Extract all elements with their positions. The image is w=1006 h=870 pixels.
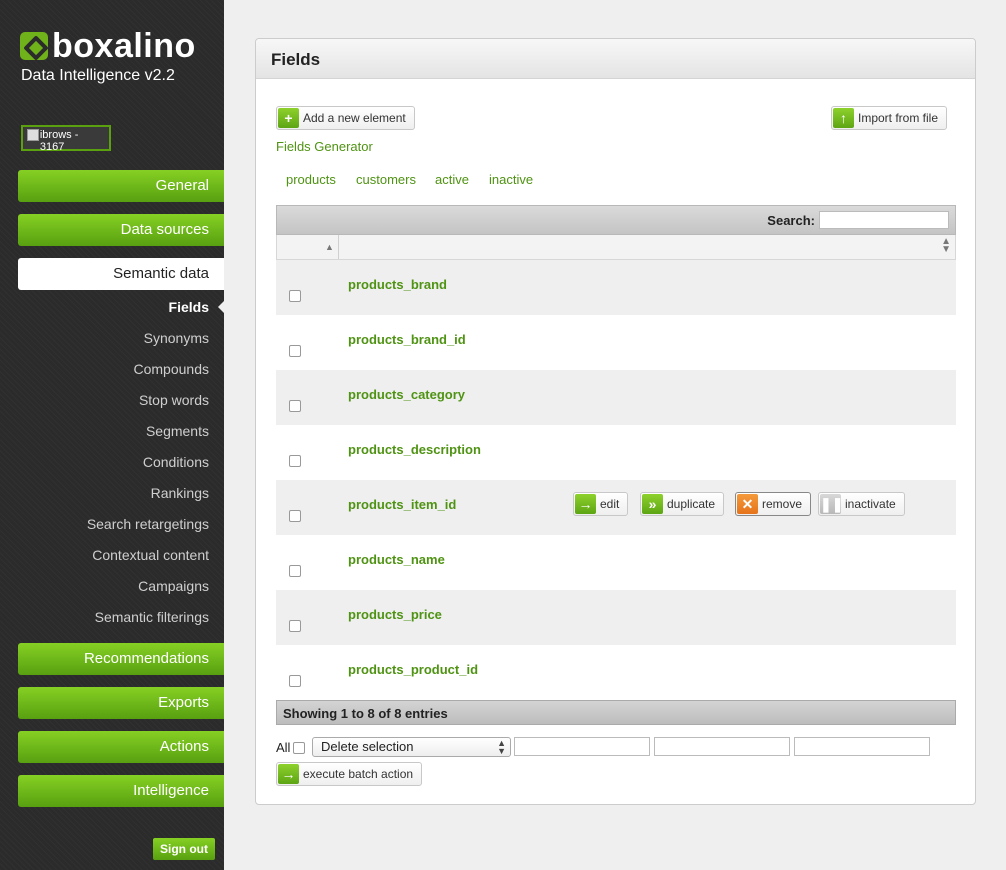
sub-item-fields[interactable]: Fields bbox=[169, 299, 209, 315]
field-name-link[interactable]: products_name bbox=[348, 552, 445, 567]
app-subtitle: Data Intelligence v2.2 bbox=[21, 67, 175, 84]
inactivate-label: inactivate bbox=[845, 497, 896, 511]
field-name-link[interactable]: products_brand_id bbox=[348, 332, 466, 347]
field-name-link[interactable]: products_description bbox=[348, 442, 481, 457]
sub-item-stop-words[interactable]: Stop words bbox=[139, 392, 209, 408]
table-toolbar: Search: bbox=[276, 205, 956, 235]
select-all-label: All bbox=[276, 740, 291, 755]
sub-item-semantic-filterings[interactable]: Semantic filterings bbox=[95, 609, 209, 625]
row-checkbox[interactable] bbox=[289, 675, 301, 687]
field-name-link[interactable]: products_price bbox=[348, 607, 442, 622]
batch-field-3[interactable] bbox=[794, 737, 930, 756]
table-info: Showing 1 to 8 of 8 entries bbox=[276, 700, 956, 725]
table-header: ▲ ▲ ▼ bbox=[276, 235, 956, 260]
table-row: products_brand_id bbox=[276, 315, 956, 370]
row-actions: → edit » duplicate ✕ remove ❚❚ inactivat… bbox=[573, 492, 913, 518]
batch-action-select[interactable]: Delete selection ▲ ▼ bbox=[312, 737, 511, 757]
row-checkbox[interactable] bbox=[289, 290, 301, 302]
upload-arrow-icon: ↑ bbox=[833, 108, 854, 128]
batch-actions: All Delete selection ▲ ▼ bbox=[276, 736, 956, 760]
edit-button[interactable]: → edit bbox=[573, 492, 629, 516]
table-row: products_item_id → edit » duplicate ✕ re… bbox=[276, 480, 956, 535]
edit-label: edit bbox=[600, 497, 620, 511]
field-name-link[interactable]: products_brand bbox=[348, 277, 447, 292]
batch-action-value: Delete selection bbox=[321, 739, 414, 754]
table-row: products_brand bbox=[276, 260, 956, 315]
sign-out-button[interactable]: Sign out bbox=[153, 838, 215, 860]
nav-exports[interactable]: Exports bbox=[18, 687, 224, 719]
page-title: Fields bbox=[256, 39, 975, 79]
sub-item-synonyms[interactable]: Synonyms bbox=[144, 330, 209, 346]
sub-item-rankings[interactable]: Rankings bbox=[151, 485, 209, 501]
batch-field-2[interactable] bbox=[654, 737, 790, 756]
remove-label: remove bbox=[762, 497, 803, 511]
broken-image-icon bbox=[27, 129, 39, 141]
field-name-link[interactable]: products_category bbox=[348, 387, 465, 402]
table-row: products_description bbox=[276, 425, 956, 480]
select-all-checkbox[interactable] bbox=[293, 742, 305, 754]
logo-icon bbox=[20, 32, 48, 60]
execute-batch-button[interactable]: → execute batch action bbox=[276, 762, 423, 786]
row-checkbox[interactable] bbox=[289, 455, 301, 467]
sub-item-campaigns[interactable]: Campaigns bbox=[138, 578, 209, 594]
account-image[interactable]: ibrows - 3167 bbox=[21, 125, 111, 153]
select-arrows-icon: ▲ ▼ bbox=[497, 738, 506, 756]
search-label: Search: bbox=[767, 213, 815, 228]
fields-panel: Fields + Add a new element ↑ Import from… bbox=[255, 38, 976, 805]
field-name-link[interactable]: products_product_id bbox=[348, 662, 478, 677]
batch-field-1[interactable] bbox=[514, 737, 650, 756]
inactivate-button[interactable]: ❚❚ inactivate bbox=[818, 492, 905, 516]
brand-logo: boxalino bbox=[20, 27, 196, 65]
plus-icon: + bbox=[278, 108, 299, 128]
add-element-button[interactable]: + Add a new element bbox=[276, 106, 415, 130]
close-icon: ✕ bbox=[737, 494, 758, 514]
nav-data-sources[interactable]: Data sources bbox=[18, 214, 224, 246]
sort-asc-icon: ▲ bbox=[325, 242, 334, 252]
pause-icon: ❚❚ bbox=[820, 494, 844, 514]
nav-intelligence[interactable]: Intelligence bbox=[18, 775, 224, 807]
sort-icon[interactable]: ▲ ▼ bbox=[941, 237, 951, 255]
nav-semantic-data[interactable]: Semantic data bbox=[18, 258, 224, 290]
brand-name: boxalino bbox=[52, 27, 196, 65]
sub-item-compounds[interactable]: Compounds bbox=[134, 361, 210, 377]
arrow-right-icon: → bbox=[278, 764, 299, 784]
sub-item-segments[interactable]: Segments bbox=[146, 423, 209, 439]
account-label: ibrows - 3167 bbox=[39, 129, 79, 153]
duplicate-label: duplicate bbox=[667, 497, 716, 511]
filter-customers[interactable]: customers bbox=[356, 172, 416, 187]
row-checkbox[interactable] bbox=[289, 620, 301, 632]
sub-item-contextual-content[interactable]: Contextual content bbox=[92, 547, 209, 563]
row-checkbox[interactable] bbox=[289, 510, 301, 522]
field-name-link[interactable]: products_item_id bbox=[348, 497, 456, 512]
row-checkbox[interactable] bbox=[289, 345, 301, 357]
checkbox-column-header[interactable]: ▲ bbox=[277, 235, 339, 259]
fields-generator-link[interactable]: Fields Generator bbox=[276, 139, 373, 154]
fields-table-body: products_brand products_brand_id product… bbox=[276, 260, 956, 700]
sidebar: boxalino Data Intelligence v2.2 ibrows -… bbox=[0, 0, 225, 870]
remove-button[interactable]: ✕ remove bbox=[735, 492, 812, 516]
double-chevron-icon: » bbox=[642, 494, 663, 514]
sub-item-conditions[interactable]: Conditions bbox=[143, 454, 209, 470]
table-row: products_price bbox=[276, 590, 956, 645]
table-row: products_category bbox=[276, 370, 956, 425]
search-input[interactable] bbox=[819, 211, 949, 229]
sub-item-search-retargetings[interactable]: Search retargetings bbox=[87, 516, 209, 532]
filter-active[interactable]: active bbox=[435, 172, 469, 187]
current-indicator-icon bbox=[218, 300, 225, 314]
import-label: Import from file bbox=[858, 111, 939, 125]
import-button[interactable]: ↑ Import from file bbox=[831, 106, 948, 130]
filter-products[interactable]: products bbox=[286, 172, 336, 187]
execute-batch-label: execute batch action bbox=[303, 767, 414, 781]
row-checkbox[interactable] bbox=[289, 565, 301, 577]
nav-recommendations[interactable]: Recommendations bbox=[18, 643, 224, 675]
table-row: products_name bbox=[276, 535, 956, 590]
table-row: products_product_id bbox=[276, 645, 956, 700]
nav-general[interactable]: General bbox=[18, 170, 224, 202]
filter-inactive[interactable]: inactive bbox=[489, 172, 533, 187]
row-checkbox[interactable] bbox=[289, 400, 301, 412]
arrow-right-icon: → bbox=[575, 494, 596, 514]
nav-actions[interactable]: Actions bbox=[18, 731, 224, 763]
duplicate-button[interactable]: » duplicate bbox=[640, 492, 725, 516]
add-element-label: Add a new element bbox=[303, 111, 406, 125]
